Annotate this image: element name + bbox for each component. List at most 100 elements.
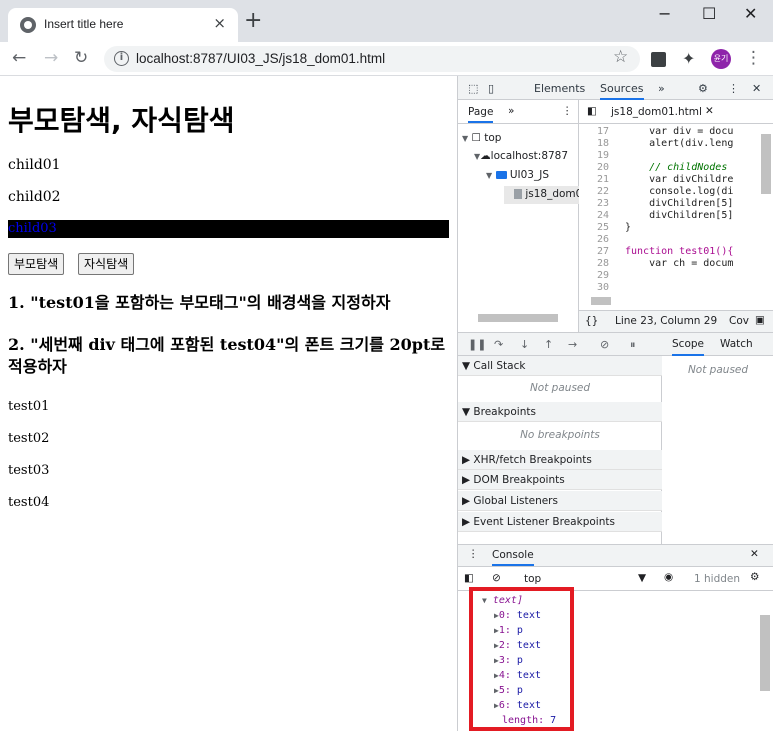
tab-sources[interactable]: Sources (600, 82, 644, 100)
code-line: var ch = docum (625, 258, 734, 269)
section-xhr-breakpoints[interactable]: ▶ XHR/fetch Breakpoints (458, 450, 662, 470)
section-global-listeners[interactable]: ▶ Global Listeners (458, 491, 662, 511)
close-icon[interactable]: ✕ (750, 548, 759, 560)
close-tab-icon[interactable]: ✕ (705, 105, 714, 117)
code-line: console.log(di (625, 186, 734, 197)
globe-icon (20, 17, 36, 33)
tab-console[interactable]: Console (492, 549, 534, 566)
navigator-header: Page » ⋮ (458, 100, 579, 124)
tab-watch[interactable]: Watch (720, 338, 753, 350)
menu-dots-icon[interactable]: ⋮ (745, 48, 762, 68)
gear-icon[interactable]: ⚙ (698, 82, 708, 95)
tree-label: localhost:8787 (490, 150, 569, 162)
tab-strip: Insert title here × + − ☐ ✕ (0, 0, 773, 42)
puzzle-icon[interactable]: ✦ (682, 49, 695, 68)
child-search-button[interactable]: 자식탐색 (78, 253, 135, 275)
sidebar-toggle-icon[interactable]: ◧ (464, 572, 474, 584)
more-icon[interactable]: » (508, 105, 514, 117)
tab-scope[interactable]: Scope (672, 338, 704, 356)
code-line: alert(div.leng (625, 138, 734, 149)
info-icon[interactable]: i (114, 51, 129, 66)
tree-item-file[interactable]: js18_dom0 (504, 186, 579, 204)
bookmark-star-icon[interactable]: ☆ (613, 47, 628, 67)
address-bar[interactable]: i localhost:8787/UI03_JS/js18_dom01.html (104, 46, 640, 72)
browser-tab[interactable]: Insert title here × (8, 8, 238, 42)
breakpoints-status: No breakpoints (520, 429, 600, 441)
more-tabs-icon[interactable]: » (658, 82, 665, 95)
code-editor-pane: ◧ js18_dom01.html ✕ 17 var div = docu 18… (579, 100, 773, 332)
deactivate-breakpoints-icon[interactable]: ⊘ (600, 338, 609, 351)
pause-exceptions-icon[interactable]: ⏸ (630, 338, 636, 352)
window-close-button[interactable]: ✕ (744, 4, 757, 23)
code-view[interactable]: 17 var div = docu 18 alert(div.leng 19 2… (579, 124, 759, 310)
line-number: 28 (596, 258, 609, 269)
code-line: divChildren[5] (625, 198, 734, 209)
menu-dots-icon[interactable]: ⋮ (728, 82, 739, 95)
tab-page[interactable]: Page (468, 106, 494, 123)
line-number: 26 (596, 234, 609, 245)
extension-icon[interactable] (651, 52, 666, 67)
section-event-listeners[interactable]: ▶ Event Listener Breakpoints (458, 512, 662, 532)
tree-item-folder[interactable]: ▼ UI03_JS (486, 169, 549, 181)
back-arrow-icon[interactable]: ← (12, 48, 26, 68)
section-call-stack[interactable]: ▼ Call Stack (458, 356, 662, 376)
new-tab-button[interactable]: + (244, 10, 262, 32)
step-icon[interactable]: → (568, 338, 577, 351)
eye-icon[interactable]: ◉ (664, 571, 673, 583)
horizontal-scrollbar[interactable] (478, 314, 558, 322)
tab-elements[interactable]: Elements (534, 82, 585, 95)
minimize-button[interactable]: − (658, 4, 671, 23)
context-selector[interactable]: top (524, 573, 541, 585)
menu-dots-icon[interactable]: ⋮ (468, 548, 479, 560)
file-tab[interactable]: js18_dom01.html (611, 106, 702, 118)
line-number: 25 (596, 222, 609, 233)
tree-item-host[interactable]: ▼☁localhost:8787 (474, 150, 568, 162)
console-header: ⋮ Console ✕ (458, 545, 773, 567)
test-paragraph: test02 (8, 431, 50, 446)
tree-label: UI03_JS (509, 169, 549, 181)
section-breakpoints[interactable]: ▼ Breakpoints (458, 402, 662, 422)
line-number: 24 (596, 210, 609, 221)
tree-item-top[interactable]: ▼ ☐ top (462, 132, 501, 144)
close-icon[interactable]: ✕ (752, 82, 761, 95)
child-paragraph: child02 (8, 189, 61, 205)
section-dom-breakpoints[interactable]: ▶ DOM Breakpoints (458, 470, 662, 490)
section-title: XHR/fetch Breakpoints (473, 454, 592, 466)
console-scrollbar[interactable] (760, 615, 770, 691)
pause-icon[interactable]: ❚❚ (468, 338, 486, 351)
chevron-down-icon[interactable]: ▼ (638, 572, 646, 584)
step-into-icon[interactable]: ↓ (520, 338, 529, 351)
code-horizontal-scrollbar[interactable] (591, 297, 611, 305)
step-out-icon[interactable]: ↑ (544, 338, 553, 351)
line-number: 29 (596, 270, 609, 281)
reload-icon[interactable]: ↻ (74, 48, 88, 68)
coverage-label[interactable]: Cov (729, 315, 749, 327)
debugger-sidebar: ▼ Call Stack Not paused ▼ Breakpoints No… (458, 356, 662, 544)
task-heading-1: 1. "test01을 포함하는 부모태그"의 배경색을 지정하자 (8, 293, 391, 312)
clear-console-icon[interactable]: ⊘ (492, 572, 501, 584)
menu-dots-icon[interactable]: ⋮ (562, 105, 573, 117)
tab-close-icon[interactable]: × (213, 14, 226, 32)
inspect-icon[interactable]: ⬚ (468, 82, 478, 95)
page-content: 부모탐색, 자식탐색 child01 child02 child03 부모탐색 … (0, 77, 457, 731)
code-scrollbar[interactable] (761, 134, 771, 194)
test-paragraph: test01 (8, 399, 50, 414)
forward-arrow-icon[interactable]: → (44, 48, 58, 68)
braces-icon[interactable]: {} (585, 315, 598, 327)
test-paragraph: test03 (8, 463, 50, 478)
gear-icon[interactable]: ⚙ (750, 571, 759, 583)
avatar[interactable]: 윤기 (711, 49, 731, 69)
code-line: divChildren[5] (625, 210, 734, 221)
section-title: DOM Breakpoints (473, 474, 565, 486)
coverage-toggle-icon[interactable]: ▣ (755, 314, 765, 326)
toggle-navigator-icon[interactable]: ◧ (587, 105, 597, 117)
parent-search-button[interactable]: 부모탐색 (8, 253, 65, 275)
device-toggle-icon[interactable]: ▯ (488, 82, 494, 95)
call-stack-status: Not paused (529, 382, 591, 394)
scope-status: Not paused (687, 364, 749, 376)
expand-triangle-icon: ▼ (462, 134, 469, 143)
maximize-button[interactable]: ☐ (702, 4, 716, 23)
step-over-icon[interactable]: ↷ (494, 338, 503, 351)
hidden-count[interactable]: 1 hidden (694, 573, 740, 585)
url-text[interactable]: localhost:8787/UI03_JS/js18_dom01.html (136, 51, 385, 66)
